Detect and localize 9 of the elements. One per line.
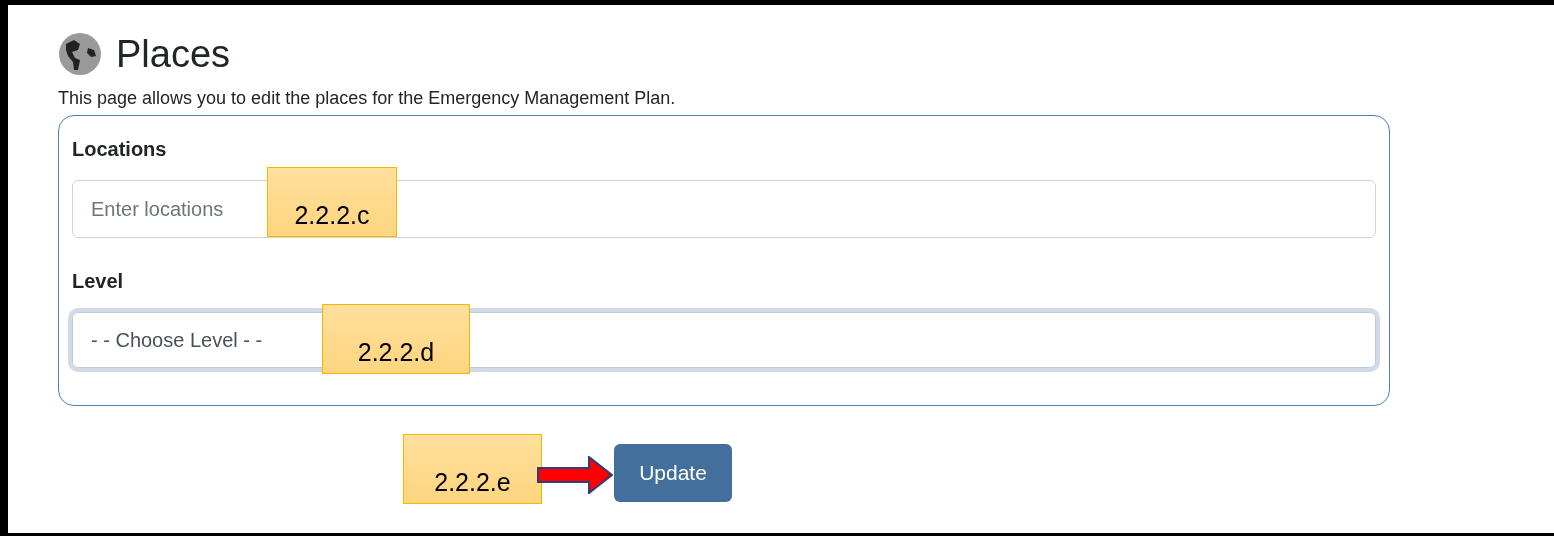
annotation-callout: 2.2.2.c — [267, 167, 397, 237]
annotation-callout: 2.2.2.e — [403, 434, 542, 504]
page-description: This page allows you to edit the places for the Emergency Management Plan. — [58, 88, 677, 109]
update-button[interactable]: Update — [614, 444, 732, 502]
annotation-callout: 2.2.2.d — [322, 304, 470, 374]
field-label: Locations — [72, 138, 168, 161]
page-title: Places — [116, 32, 231, 76]
globe-icon — [58, 32, 102, 76]
field-label: Level — [72, 270, 125, 293]
